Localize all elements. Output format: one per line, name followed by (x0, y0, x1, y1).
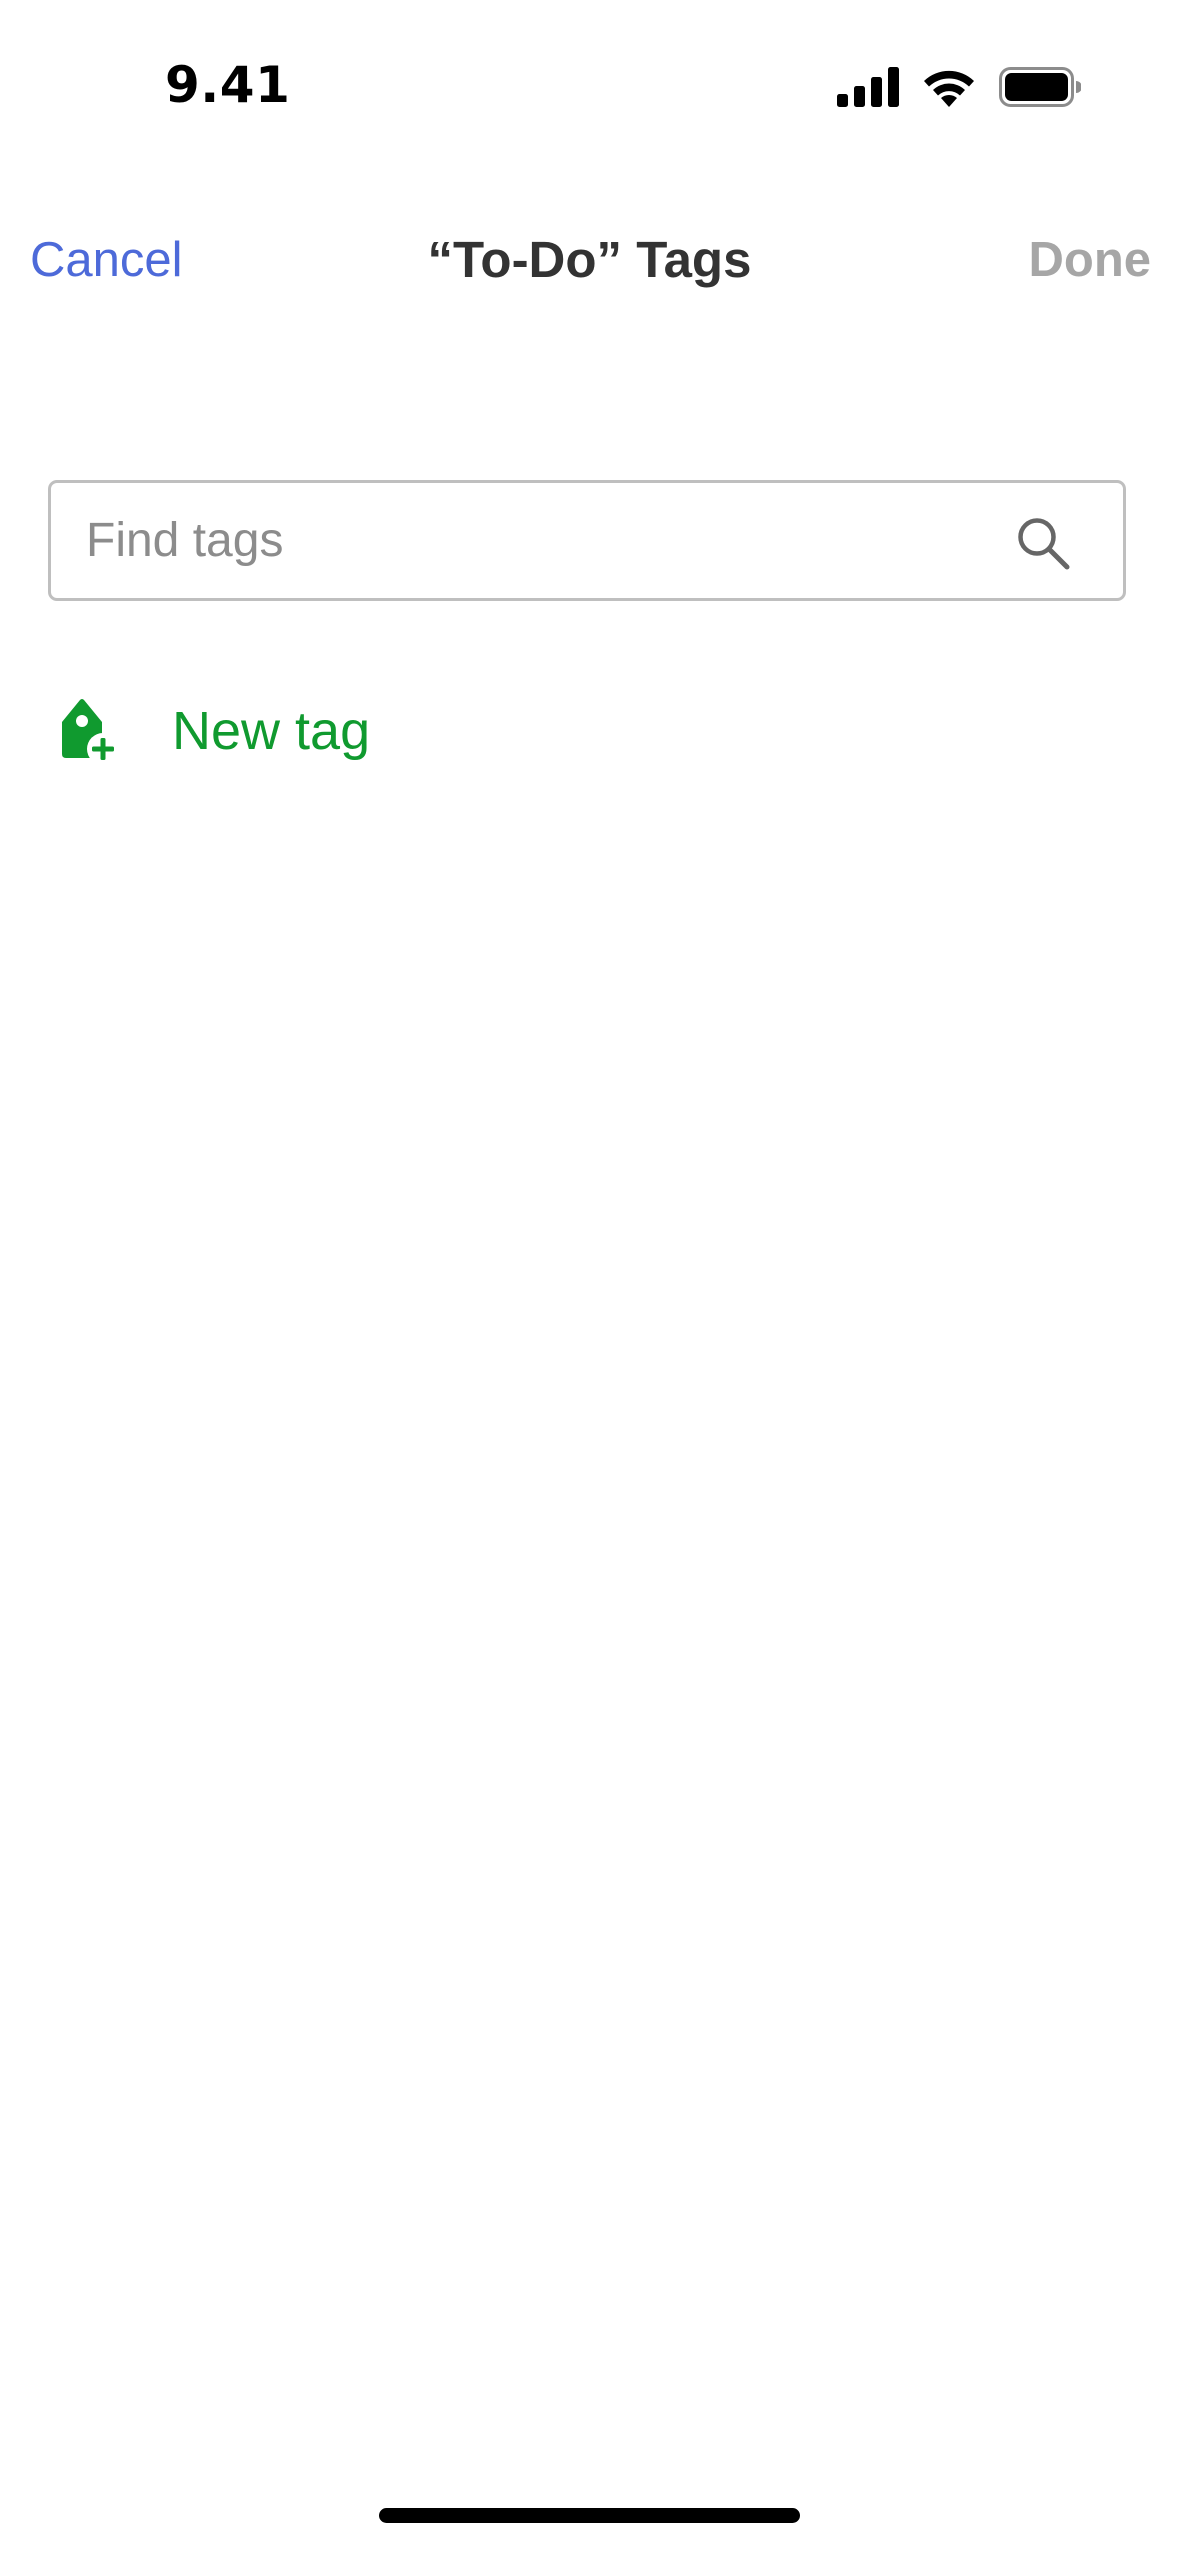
battery-icon (999, 67, 1081, 107)
status-time: 9.41 (165, 56, 291, 114)
search-box (48, 480, 1126, 601)
cellular-signal-icon (837, 67, 899, 107)
done-button[interactable]: Done (1029, 232, 1152, 288)
new-tag-button[interactable]: New tag (56, 686, 370, 776)
search-input[interactable] (86, 483, 1006, 598)
new-tag-label: New tag (172, 701, 371, 761)
nav-bar: “To-Do” Tags Cancel Done (0, 200, 1179, 320)
tag-add-icon (62, 699, 119, 765)
status-bar: 9.41 (0, 0, 1179, 150)
status-icons (837, 66, 1081, 108)
search-icon[interactable] (1015, 515, 1071, 571)
home-indicator[interactable] (379, 2508, 800, 2523)
wifi-icon (924, 70, 974, 107)
cancel-button[interactable]: Cancel (30, 232, 183, 288)
